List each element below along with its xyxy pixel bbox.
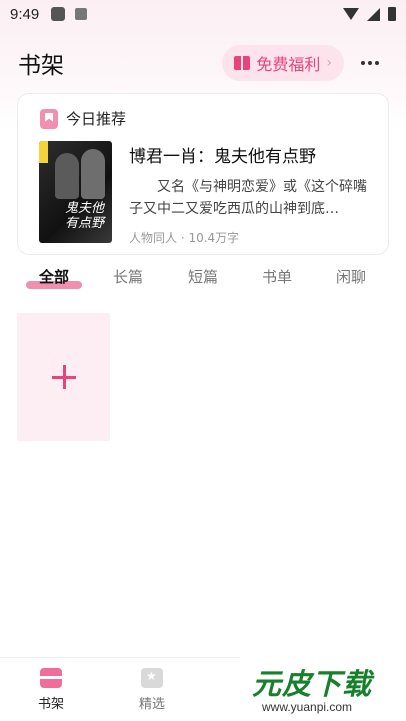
chevron-right-icon: › xyxy=(326,55,332,71)
status-indicators xyxy=(343,7,396,21)
plus-icon xyxy=(51,365,76,389)
book-meta: 人物同人 · 10.4万字 xyxy=(129,231,240,245)
tab-booklist[interactable]: 书单 xyxy=(247,266,307,287)
more-dot xyxy=(368,61,372,65)
nav-label-featured: 精选 xyxy=(138,697,165,712)
watermark: 元皮下载 www.yuanpi.com xyxy=(240,657,406,721)
more-dot xyxy=(375,61,379,65)
bookshelf-icon xyxy=(40,668,62,688)
notification-icon xyxy=(51,7,66,21)
nav-item-featured[interactable]: 精选 xyxy=(122,668,182,712)
tab-long[interactable]: 长篇 xyxy=(98,266,158,287)
book-title[interactable]: 博君一肖：鬼夫他有点野 xyxy=(129,142,316,167)
wifi-icon xyxy=(343,8,359,20)
recommendation-card[interactable]: 今日推荐 鬼夫他有点野 博君一肖：鬼夫他有点野 又名《与神明恋爱》或《这个碎嘴子… xyxy=(17,93,389,255)
tab-short[interactable]: 短篇 xyxy=(173,266,233,287)
featured-icon xyxy=(141,668,163,688)
status-time: 9:49 xyxy=(10,5,40,23)
bookmark-icon xyxy=(40,108,58,129)
book-cover[interactable]: 鬼夫他有点野 xyxy=(39,141,112,243)
watermark-url: www.yuanpi.com xyxy=(262,700,353,714)
gift-icon xyxy=(234,56,251,70)
more-options-button[interactable] xyxy=(352,45,388,81)
battery-icon xyxy=(388,7,396,21)
recommendation-label: 今日推荐 xyxy=(66,110,127,128)
add-book-button[interactable] xyxy=(17,313,110,441)
more-dot xyxy=(361,61,365,65)
book-description: 又名《与神明恋爱》或《这个碎嘴子又中二又爱吃西瓜的山神到底… xyxy=(129,179,367,217)
status-bar: 9:49 xyxy=(0,0,406,28)
tab-chat[interactable]: 闲聊 xyxy=(321,266,381,287)
cover-title: 鬼夫他有点野 xyxy=(65,201,105,231)
page-title: 书架 xyxy=(18,53,64,79)
free-welfare-label: 免费福利 xyxy=(256,55,321,74)
page-header: 书架 免费福利 › xyxy=(0,40,406,86)
recommendation-header: 今日推荐 xyxy=(40,108,126,129)
category-tabs: 全部 长篇 短篇 书单 闲聊 xyxy=(0,262,406,294)
cover-tag xyxy=(39,141,48,163)
watermark-logo: 元皮下载 xyxy=(252,667,373,701)
signal-icon xyxy=(367,7,380,21)
tab-all[interactable]: 全部 xyxy=(24,266,84,287)
free-welfare-button[interactable]: 免费福利 › xyxy=(222,45,344,81)
nav-item-bookshelf[interactable]: 书架 xyxy=(21,668,81,712)
nav-label-bookshelf: 书架 xyxy=(37,697,64,712)
cover-figure xyxy=(55,153,79,199)
cover-figure xyxy=(81,149,105,199)
app-notification-icon xyxy=(75,8,88,20)
